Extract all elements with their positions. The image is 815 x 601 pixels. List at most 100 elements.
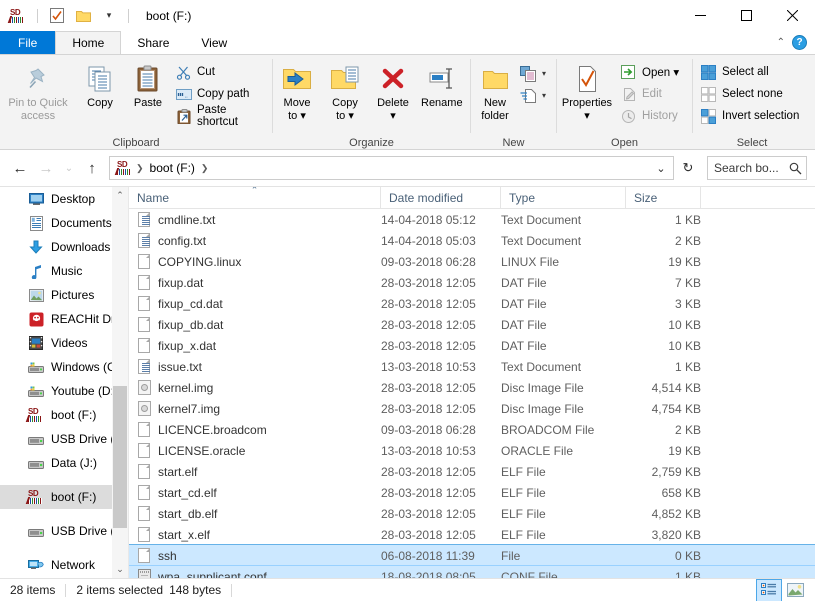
copy-path-button[interactable]: .. Copy path [172,83,272,105]
file-date-cell: 09-03-2018 06:28 [381,422,476,437]
select-none-button[interactable]: Select none [697,83,805,105]
table-row[interactable]: fixup_x.dat 28-03-2018 12:05 DAT File 10 KB [129,335,815,356]
column-header-type[interactable]: Type [501,187,626,209]
open-button[interactable]: Open ▾ [617,61,685,83]
table-row[interactable]: fixup.dat 28-03-2018 12:05 DAT File 7 KB [129,272,815,293]
tab-share[interactable]: Share [121,31,185,54]
details-view-button[interactable] [756,578,782,601]
table-row[interactable]: kernel7.img 28-03-2018 12:05 Disc Image Fi… [129,398,815,419]
maximize-button[interactable] [723,0,769,31]
forward-button[interactable]: → [34,156,58,180]
sidebar-item-pictures[interactable]: Pictures [0,283,128,307]
file-date-cell: 28-03-2018 12:05 [381,275,476,290]
scroll-up-arrow[interactable]: ⌃ [112,187,128,204]
table-row[interactable]: COPYING.linux 09-03-2018 06:28 LINUX File 1… [129,251,815,272]
svg-text:..: .. [184,93,188,99]
file-date-cell: 28-03-2018 12:05 [381,401,476,416]
table-row[interactable]: start_cd.elf 28-03-2018 12:05 ELF File 658 … [129,482,815,503]
new-item-button[interactable]: ▾ [519,63,552,85]
search-icon[interactable] [789,162,802,175]
rename-button[interactable]: Rename [417,59,467,109]
sidebar-item-reachit-drive[interactable]: REACHit Drive [0,307,128,331]
new-folder-button[interactable]: New folder [471,59,519,122]
file-name-cell: wpa_supplicant.conf [129,568,381,578]
customize-quick-access-caret[interactable]: ▾ [99,6,119,26]
table-row[interactable]: cmdline.txt 14-04-2018 05:12 Text Document… [129,209,815,230]
table-row[interactable]: start.elf 28-03-2018 12:05 ELF File 2,759 K… [129,461,815,482]
sidebar-item-network[interactable]: Network [0,553,128,577]
close-button[interactable] [769,0,815,31]
easy-access-button[interactable]: ▾ [519,85,552,107]
status-bar: 28 items 2 items selected 148 bytes [0,578,815,601]
table-row[interactable]: wpa_supplicant.conf 18-08-2018 08:05 CONF … [129,565,815,578]
cut-button[interactable]: Cut [172,61,272,83]
collapse-ribbon-icon[interactable]: ⌃ [774,37,788,48]
scrollbar-thumb[interactable] [113,386,127,528]
address-field[interactable]: SD ❯ boot (F:) ❯ ⌄ [109,156,674,180]
sidebar-item-downloads[interactable]: Downloads [0,235,128,259]
move-to-button[interactable]: Move to ▾ [273,59,321,122]
up-button[interactable]: ↑ [80,156,104,180]
minimize-button[interactable] [677,0,723,31]
history-button[interactable]: History [617,105,685,127]
properties-button[interactable]: Properties ▾ [557,59,617,122]
recent-locations-button[interactable]: ⌄ [60,156,78,180]
tab-home[interactable]: Home [55,31,122,54]
sidebar-item-usb-drive-g[interactable]: USB Drive (G:) [0,519,128,543]
invert-selection-button[interactable]: Invert selection [697,105,805,127]
column-header-size[interactable]: Size [626,187,701,209]
select-all-button[interactable]: Select all [697,61,805,83]
table-row[interactable]: ssh 06-08-2018 11:39 File 0 KB [129,544,815,567]
edit-button[interactable]: Edit [617,83,685,105]
table-row[interactable]: config.txt 14-04-2018 05:03 Text Document 2… [129,230,815,251]
paste-shortcut-button[interactable]: Paste shortcut [172,104,272,128]
sidebar-item-desktop[interactable]: Desktop [0,187,128,211]
sidebar-item-windows-c[interactable]: Windows (C:) [0,355,128,379]
copy-button[interactable]: Copy [76,59,124,109]
table-row[interactable]: issue.txt 13-03-2018 10:53 Text Document 1 … [129,356,815,377]
column-header-date-modified[interactable]: Date modified [381,187,501,209]
sidebar-item-videos[interactable]: Videos [0,331,128,355]
breadcrumb-separator-1: ❯ [136,162,144,173]
table-row[interactable]: kernel.img 28-03-2018 12:05 Disc Image Fil… [129,377,815,398]
paste-button[interactable]: Paste [124,59,172,109]
sidebar-item-data-j[interactable]: Data (J:) [0,451,128,475]
sidebar-item-boot-f[interactable]: SD boot (F:) [0,403,128,427]
search-box[interactable]: Search bo... [707,156,807,180]
column-header-spacer[interactable] [701,187,815,209]
breadcrumb-boot[interactable]: boot (F:) [147,161,198,175]
sidebar-item-usb-drive-g[interactable]: USB Drive (G:) [0,427,128,451]
ribbon-group-select: Select all Select none Invert selection [693,55,811,150]
properties-checklist-icon[interactable] [47,6,67,26]
table-row[interactable]: start_db.elf 28-03-2018 12:05 ELF File 4,85… [129,503,815,524]
table-row[interactable]: fixup_cd.dat 28-03-2018 12:05 DAT File 3 KB [129,293,815,314]
file-size-cell: 658 KB [661,485,701,500]
navigation-scrollbar[interactable]: ⌃ ⌄ [112,187,128,578]
disc-image-icon [137,400,151,417]
scroll-down-arrow[interactable]: ⌄ [112,561,128,578]
back-button[interactable]: ← [8,156,32,180]
navigation-list: Desktop Documents Downloads Music Pictures RE… [0,187,128,577]
breadcrumb-separator-2[interactable]: ❯ [201,163,209,174]
sidebar-item-boot-f[interactable]: SD boot (F:) [0,485,128,509]
address-dropdown-button[interactable]: ⌄ [651,157,671,179]
refresh-button[interactable]: ↻ [676,156,700,180]
new-folder-icon[interactable] [73,6,93,26]
pin-to-quick-access-button[interactable]: Pin to Quick access [0,59,76,122]
large-icons-view-button[interactable] [783,580,807,601]
help-icon[interactable]: ? [792,35,807,50]
table-row[interactable]: LICENCE.broadcom 09-03-2018 06:28 BROADCOM… [129,419,815,440]
search-input[interactable]: Search bo... [714,161,789,175]
copy-to-button[interactable]: Copy to ▾ [321,59,369,122]
sidebar-item-music[interactable]: Music [0,259,128,283]
table-row[interactable]: start_x.elf 28-03-2018 12:05 ELF File 3,820… [129,524,815,545]
sidebar-item-documents[interactable]: Documents [0,211,128,235]
sidebar-item-youtube-d[interactable]: Youtube (D:) [0,379,128,403]
table-row[interactable]: fixup_db.dat 28-03-2018 12:05 DAT File 10 K… [129,314,815,335]
column-header-name[interactable]: ⌃ Name [129,187,381,209]
table-row[interactable]: LICENSE.oracle 13-03-2018 10:53 ORACLE Fil… [129,440,815,461]
file-date-cell: 06-08-2018 11:39 [381,548,475,563]
delete-button[interactable]: Delete ▾ [369,59,417,122]
tab-file[interactable]: File [0,31,56,54]
tab-view[interactable]: View [185,31,243,54]
